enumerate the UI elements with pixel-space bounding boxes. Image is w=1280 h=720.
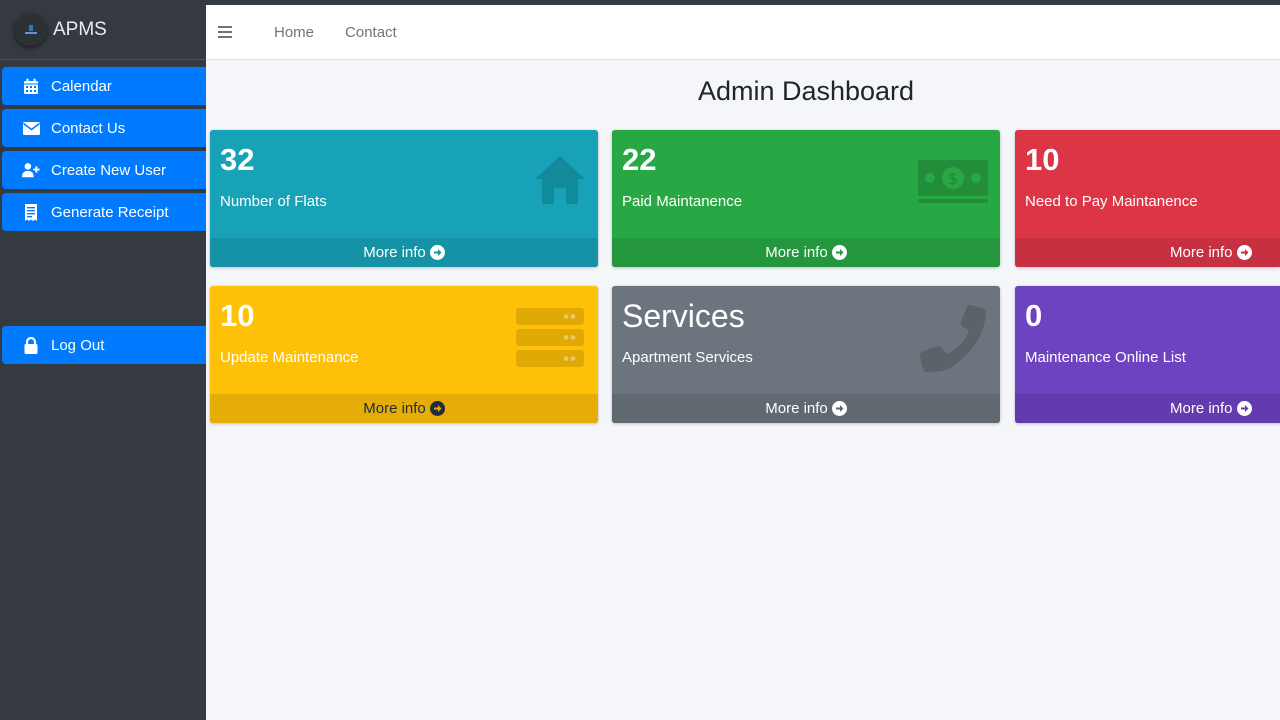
more-info-link[interactable]: More info [612,238,1000,267]
user-plus-icon [22,161,40,179]
top-navbar: Home Contact [206,5,1280,60]
page-title: Admin Dashboard [697,76,915,106]
small-box-update-maintenance: 10 Update Maintenance More info [210,286,598,423]
more-info-label: More info [363,400,426,417]
sidebar-item-logout[interactable]: Log Out [2,326,206,364]
more-info-link[interactable]: More info [612,394,1000,423]
sidebar-item-create-new-user[interactable]: Create New User [2,151,206,189]
sidebar: APMS Calendar Contact Us Create New User… [0,0,206,720]
arrow-circle-right-icon [831,245,847,260]
brand-logo [14,13,47,46]
home-icon [534,152,586,209]
receipt-icon [22,203,40,221]
sidebar-item-contact-us[interactable]: Contact Us [2,109,206,147]
brand-name: APMS [53,18,107,40]
menu-toggle-icon[interactable] [218,26,232,38]
arrow-circle-right-icon [429,245,445,260]
card-value: 10 [220,298,255,333]
card-label: Number of Flats [220,193,327,210]
lock-icon [22,336,40,354]
more-info-label: More info [1170,244,1233,261]
sidebar-item-label: Generate Receipt [51,203,169,221]
arrow-circle-right-icon [429,401,445,416]
envelope-icon [22,119,40,137]
arrow-circle-right-icon [831,401,847,416]
small-box-online-list: 0 Maintenance Online List More info [1015,286,1280,423]
more-info-link[interactable]: More info [1015,394,1280,423]
nav-link-contact[interactable]: Contact [345,24,397,41]
more-info-label: More info [765,244,828,261]
small-box-flats: 32 Number of Flats More info [210,130,598,267]
more-info-link[interactable]: More info [210,238,598,267]
sidebar-item-calendar[interactable]: Calendar [2,67,206,105]
server-icon [516,308,584,373]
card-label: Paid Maintanence [622,193,743,210]
card-value: 0 [1025,298,1043,333]
arrow-circle-right-icon [1236,245,1252,260]
card-value: 10 [1025,142,1060,177]
sidebar-item-label: Log Out [51,336,105,354]
brand-link[interactable]: APMS [0,0,206,60]
small-box-need-to-pay: 10 Need to Pay Maintanence More info [1015,130,1280,267]
more-info-label: More info [363,244,426,261]
arrow-circle-right-icon [1236,401,1252,416]
money-bill-icon: $ [918,160,988,209]
sidebar-item-label: Create New User [51,161,167,179]
sidebar-item-label: Contact Us [51,119,126,137]
card-value: Services [622,298,745,334]
sidebar-item-generate-receipt[interactable]: Generate Receipt [2,193,206,231]
phone-icon [918,304,988,379]
card-label: Maintenance Online List [1025,349,1186,366]
nav-link-home[interactable]: Home [274,24,314,41]
card-value: 32 [220,142,255,177]
more-info-link[interactable]: More info [210,394,598,423]
sidebar-item-label: Calendar [51,77,112,95]
calendar-icon [22,77,40,95]
small-box-paid: 22 Paid Maintanence $ More info [612,130,1000,267]
card-label: Update Maintenance [220,349,359,366]
svg-text:$: $ [948,169,958,188]
card-value: 22 [622,142,657,177]
card-label: Apartment Services [622,349,753,366]
more-info-link[interactable]: More info [1015,238,1280,267]
more-info-label: More info [1170,400,1233,417]
sidebar-nav: Calendar Contact Us Create New User Gene… [2,67,206,364]
more-info-label: More info [765,400,828,417]
small-box-services: Services Apartment Services More info [612,286,1000,423]
card-label: Need to Pay Maintanence [1025,193,1198,210]
